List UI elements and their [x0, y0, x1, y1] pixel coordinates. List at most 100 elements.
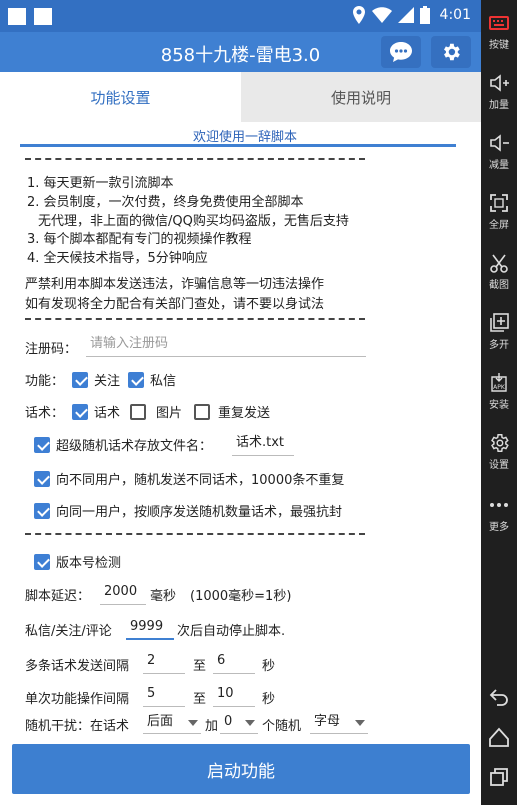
chevron-down-icon	[188, 720, 198, 726]
chat-button[interactable]	[381, 36, 421, 68]
version-check-checkbox[interactable]	[34, 553, 50, 570]
multi-interval-to-input[interactable]: 6	[213, 650, 255, 674]
random-label: 个随机	[262, 719, 302, 734]
sidebar-item-volume-down[interactable]: 减量	[481, 132, 517, 171]
wifi-icon	[371, 7, 392, 23]
multi-open-icon	[490, 313, 509, 332]
keyboard-icon	[489, 16, 509, 30]
image-option-label: 图片	[156, 406, 183, 421]
notice-item: 2. 会员制度，一次付费，终身免费使用全部脚本	[27, 195, 304, 210]
stop-count-input[interactable]: 9999	[126, 616, 174, 640]
function-row: 功能： 关注 私信	[25, 370, 176, 389]
gear-icon	[491, 434, 509, 452]
welcome-text: 欢迎使用一辞脚本	[192, 130, 297, 145]
recent-apps-icon[interactable]	[488, 766, 510, 788]
interfere-type-select[interactable]: 字母	[310, 712, 368, 734]
to-label: 至	[193, 659, 207, 674]
interfere-type-value: 字母	[314, 714, 341, 729]
script-label: 话术：	[25, 406, 65, 421]
version-check-row: 版本号检测	[34, 552, 121, 571]
stop-label: 私信/关注/评论	[25, 624, 112, 639]
tab-bar: 功能设置 使用说明	[0, 72, 481, 122]
repeat-option-label: 重复发送	[218, 406, 271, 421]
follow-checkbox[interactable]	[72, 371, 89, 388]
sidebar-label: 多开	[489, 340, 509, 351]
reg-code-label: 注册码：	[25, 342, 78, 357]
start-button[interactable]: 启动功能	[12, 744, 470, 794]
sidebar-label: 全屏	[489, 220, 509, 231]
tab-instructions[interactable]: 使用说明	[241, 72, 481, 122]
sidebar-item-screenshot[interactable]: 截图	[481, 252, 517, 291]
sidebar-label: 更多	[489, 522, 509, 533]
interfere-label: 随机干扰：在话术	[25, 719, 130, 734]
scissors-icon	[490, 254, 508, 273]
sidebar-label: 按键	[489, 40, 509, 51]
dm-checkbox[interactable]	[128, 371, 145, 388]
sidebar-item-fullscreen[interactable]: 全屏	[481, 192, 517, 231]
chat-icon	[390, 42, 412, 62]
fullscreen-icon	[490, 194, 508, 212]
sidebar-item-multi-open[interactable]: 多开	[481, 312, 517, 351]
add-label: 加	[205, 719, 219, 734]
home-icon[interactable]	[488, 726, 510, 748]
sidebar-item-keyboard[interactable]: 按键	[481, 12, 517, 51]
super-random-checkbox[interactable]	[34, 436, 50, 453]
interfere-position-select[interactable]: 后面	[143, 712, 201, 734]
to-label: 至	[193, 692, 207, 707]
chevron-down-icon	[245, 720, 255, 726]
back-icon[interactable]	[488, 686, 510, 708]
same-user-checkbox[interactable]	[34, 502, 50, 519]
tab-function-settings[interactable]: 功能设置	[0, 72, 241, 122]
sidebar-item-volume-up[interactable]: 加量	[481, 72, 517, 111]
signal-icon	[397, 7, 414, 23]
same-user-row: 向同一用户，按顺序发送随机数量话术，最强抗封	[34, 501, 342, 520]
delay-label: 脚本延迟：	[25, 589, 91, 604]
diff-user-label: 向不同用户，随机发送不同话术，10000条不重复	[56, 473, 345, 488]
super-random-row: 超级随机话术存放文件名：	[34, 435, 212, 454]
divider	[25, 158, 365, 160]
single-interval-to-input[interactable]: 10	[213, 683, 255, 707]
delay-note: (1000毫秒=1秒)	[190, 589, 292, 604]
version-check-label: 版本号检测	[56, 556, 122, 571]
sidebar-item-install[interactable]: APK 安装	[481, 372, 517, 411]
apk-install-icon: APK	[491, 373, 507, 392]
notice-item: 1. 每天更新一款引流脚本	[27, 176, 174, 191]
seconds-label: 秒	[262, 692, 276, 707]
delay-input[interactable]: 2000	[100, 581, 146, 605]
divider	[25, 318, 365, 320]
single-interval-from-input[interactable]: 5	[143, 683, 185, 707]
emulator-sidebar: 按键 加量 减量 全屏 截图 多开 APK 安装 设置 更多	[481, 0, 517, 805]
svg-text:APK: APK	[493, 384, 506, 391]
repeat-checkbox[interactable]	[194, 403, 211, 420]
multi-interval-from-input[interactable]: 2	[143, 650, 185, 674]
divider	[25, 533, 365, 535]
notification-icon	[8, 8, 26, 25]
interfere-count-select[interactable]: 0	[220, 712, 258, 734]
follow-label: 关注	[94, 374, 121, 389]
more-icon	[490, 503, 508, 507]
sidebar-label: 加量	[489, 100, 509, 111]
sidebar-label: 安装	[489, 400, 509, 411]
location-icon	[352, 6, 365, 24]
welcome-divider	[20, 144, 456, 147]
status-bar: 4:01	[0, 0, 481, 32]
sidebar-item-settings[interactable]: 设置	[481, 432, 517, 471]
multi-interval-label: 多条话术发送间隔	[25, 659, 130, 674]
sidebar-label: 减量	[489, 160, 509, 171]
sidebar-label: 设置	[489, 460, 509, 471]
stop-suffix: 次后自动停止脚本.	[177, 624, 286, 639]
interfere-count-value: 0	[224, 714, 233, 729]
image-checkbox[interactable]	[130, 403, 147, 420]
script-row: 话术： 话术 图片 重复发送	[25, 402, 270, 421]
diff-user-row: 向不同用户，随机发送不同话术，10000条不重复	[34, 469, 344, 488]
diff-user-checkbox[interactable]	[34, 470, 50, 487]
settings-button[interactable]	[431, 36, 471, 68]
interfere-position-value: 后面	[147, 714, 174, 729]
sidebar-item-more[interactable]: 更多	[481, 494, 517, 533]
script-filename-input[interactable]: 话术.txt	[232, 432, 294, 456]
reg-code-input[interactable]: 请输入注册码	[86, 333, 366, 357]
script-checkbox[interactable]	[72, 403, 89, 420]
app-bar: 858十九楼-雷电3.0	[0, 32, 481, 72]
status-time: 4:01	[439, 7, 471, 23]
battery-icon	[419, 6, 430, 24]
